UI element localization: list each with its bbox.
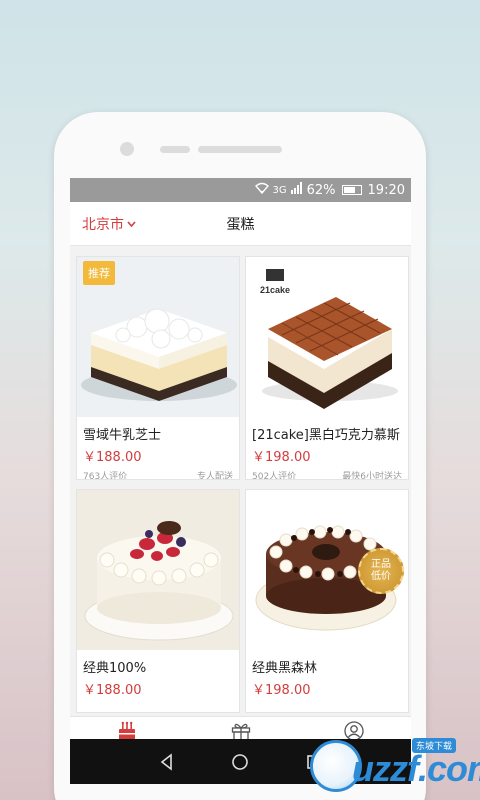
home-icon[interactable] — [230, 752, 250, 772]
product-card[interactable]: 经典100% ￥188.00 — [76, 489, 240, 713]
product-card[interactable]: 21cake [21cake]黑白巧克力慕斯 ￥198.00 502人评价 最快… — [245, 256, 409, 480]
product-price: ￥188.00 — [83, 683, 142, 698]
product-card[interactable]: 推荐 雪域牛乳芝士 ￥188.00 763人评价 专人配送 — [76, 256, 240, 480]
seal-line-1: 正品 — [371, 559, 391, 570]
svg-text:21cake: 21cake — [260, 285, 290, 295]
seal-line-2: 低价 — [371, 571, 391, 582]
earpiece-speaker — [198, 146, 282, 153]
sensor — [160, 146, 190, 153]
product-price: ￥198.00 — [252, 683, 311, 698]
product-name: 经典黑森林 — [252, 661, 318, 676]
brand-logo: 21cake — [258, 269, 292, 297]
review-count: 763人评价 — [83, 472, 128, 480]
product-meta — [246, 698, 408, 702]
product-price: ￥188.00 — [83, 450, 142, 465]
site-watermark: 东坡下载 uzzf.com — [300, 736, 480, 796]
product-image: 21cake — [246, 257, 408, 417]
back-icon[interactable] — [157, 752, 177, 772]
app-screen: 3G 62% 19:20 北京市 蛋糕 推荐 雪域牛乳芝士 ￥188.00 76… — [70, 178, 411, 784]
product-name: [21cake]黑白巧克力慕斯 — [252, 428, 400, 443]
app-header: 北京市 蛋糕 — [70, 202, 411, 246]
product-image: 正品 低价 — [246, 490, 408, 650]
wifi-icon — [254, 182, 269, 198]
recommend-badge: 推荐 — [83, 261, 115, 285]
product-image — [77, 490, 239, 650]
watermark-text: uzzf.com — [352, 748, 480, 789]
product-meta: 763人评价 专人配送 — [77, 465, 239, 480]
signal-icon — [290, 182, 303, 198]
product-meta — [77, 698, 239, 702]
status-bar: 3G 62% 19:20 — [70, 178, 411, 202]
product-meta: 502人评价 最快6小时送达 — [246, 465, 408, 480]
cake-icon — [116, 721, 138, 741]
gift-icon — [230, 721, 252, 741]
delivery-info: 专人配送 — [196, 472, 233, 480]
phone-top — [54, 112, 426, 178]
delivery-info: 最快6小时送达 — [342, 472, 402, 480]
review-count: 502人评价 — [252, 472, 297, 480]
product-card[interactable]: 正品 低价 经典黑森林 ￥198.00 — [245, 489, 409, 713]
product-name: 雪域牛乳芝士 — [83, 428, 162, 443]
clock: 19:20 — [367, 182, 405, 198]
front-camera — [120, 142, 134, 156]
battery-icon — [341, 185, 362, 195]
product-name: 经典100% — [83, 661, 147, 676]
product-image: 推荐 — [77, 257, 239, 417]
genuine-lowprice-seal: 正品 低价 — [358, 548, 404, 594]
battery-percent: 62% — [306, 182, 336, 198]
product-price: ￥198.00 — [252, 450, 311, 465]
page-title: 蛋糕 — [226, 217, 255, 233]
network-label: 3G — [272, 184, 287, 196]
product-grid: 推荐 雪域牛乳芝士 ￥188.00 763人评价 专人配送 21cake [21… — [70, 246, 411, 716]
